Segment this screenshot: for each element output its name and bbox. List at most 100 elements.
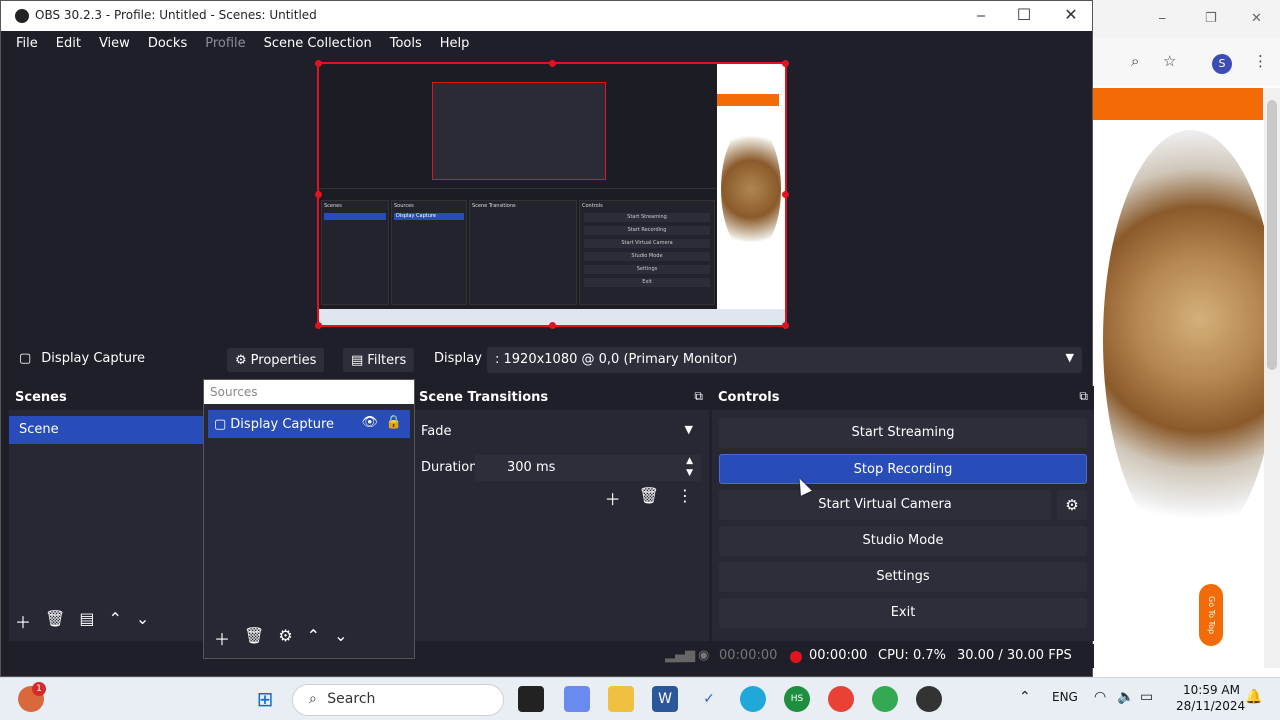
minimize-icon[interactable]: ⎯ xyxy=(966,5,996,25)
menu-help[interactable]: Help xyxy=(431,36,479,51)
edge-icon[interactable] xyxy=(740,686,766,712)
browser-minimize-icon[interactable]: ⎯ xyxy=(1159,11,1166,26)
browser-restore-icon[interactable]: ❐ xyxy=(1205,11,1217,26)
remove-transition-icon[interactable]: 🗑 xyxy=(639,486,659,510)
source-properties-gear-icon[interactable]: ⚙ xyxy=(278,626,292,650)
more-options-icon[interactable]: ⋮ xyxy=(677,486,693,510)
bookmark-star-icon[interactable]: ☆ xyxy=(1163,52,1176,70)
scenes-dock: Scenes Scene ＋ 🗑 ▤ ⌃ ⌄ xyxy=(9,386,204,641)
scrollbar-thumb[interactable] xyxy=(1267,100,1277,370)
move-down-icon[interactable]: ⌄ xyxy=(334,626,347,650)
obs-taskbar-icon[interactable] xyxy=(916,686,942,712)
maximize-icon[interactable]: ☐ xyxy=(1009,5,1039,24)
browser-toolbar: ⌕ ☆ S ⋮ xyxy=(1093,38,1280,86)
transition-type-select[interactable]: Fade ▼ xyxy=(421,419,701,445)
resize-handle[interactable] xyxy=(315,191,322,198)
virtual-camera-settings-gear-icon[interactable]: ⚙ xyxy=(1057,490,1087,520)
record-time: 00:00:00 xyxy=(809,648,868,663)
scenes-toolbar: ＋ 🗑 ▤ ⌃ ⌄ xyxy=(15,609,149,633)
stream-time: 00:00:00 xyxy=(719,648,778,663)
browser-scrollbar[interactable] xyxy=(1264,88,1280,668)
resize-handle[interactable] xyxy=(549,322,556,329)
resize-handle[interactable] xyxy=(782,322,789,329)
spin-arrows-icon[interactable]: ▲ ▼ xyxy=(686,455,693,479)
menu-scene-collection[interactable]: Scene Collection xyxy=(255,36,381,51)
add-transition-icon[interactable]: ＋ xyxy=(605,486,621,510)
zoom-icon[interactable]: ⌕ xyxy=(1131,52,1139,70)
menu-file[interactable]: File xyxy=(7,36,47,51)
remove-source-icon[interactable]: 🗑 xyxy=(244,626,264,650)
visibility-eye-icon[interactable]: 👁 xyxy=(361,415,378,430)
menu-view[interactable]: View xyxy=(90,36,139,51)
menu-profile[interactable]: Profile xyxy=(196,36,254,51)
controls-title: Controls ⧉ xyxy=(712,386,1094,410)
menu-docks[interactable]: Docks xyxy=(139,36,196,51)
wifi-icon[interactable]: ◠ xyxy=(1094,689,1106,705)
filters-button[interactable]: ▤ Filters xyxy=(343,348,415,372)
display-select[interactable]: : 1920x1080 @ 0,0 (Primary Monitor) ▼ xyxy=(487,347,1082,373)
sources-toolbar: ＋ 🗑 ⚙ ⌃ ⌄ xyxy=(214,626,347,650)
obs-window: OBS 30.2.3 - Profile: Untitled - Scenes:… xyxy=(0,0,1094,677)
taskbar-clock[interactable]: 10:59 AM 28/11/2024 xyxy=(1176,682,1245,714)
resize-handle[interactable] xyxy=(782,191,789,198)
taskbar-search[interactable]: ⌕ Search xyxy=(292,684,504,716)
display-capture-preview[interactable]: Scenes Sources Display Capture Scene Tra… xyxy=(315,60,789,329)
todo-check-icon[interactable]: ✓ xyxy=(696,686,722,712)
background-browser-window: ⎯ ❐ ✕ ⌕ ☆ S ⋮ Go To Top xyxy=(1093,0,1280,677)
close-icon[interactable]: ✕ xyxy=(1056,5,1086,24)
menu-tools[interactable]: Tools xyxy=(381,36,431,51)
cpu-usage: CPU: 0.7% xyxy=(878,648,946,663)
display-label: Display xyxy=(434,351,482,366)
browser-close-icon[interactable]: ✕ xyxy=(1251,11,1262,26)
hs-app-icon[interactable]: HS xyxy=(784,686,810,712)
scene-item[interactable]: Scene xyxy=(9,416,204,444)
duration-label: Duration xyxy=(421,460,478,475)
stop-recording-button[interactable]: Stop Recording xyxy=(719,454,1087,484)
go-to-top-button[interactable]: Go To Top xyxy=(1199,584,1223,646)
nested-obs-capture: Scenes Sources Display Capture Scene Tra… xyxy=(319,64,717,309)
add-source-icon[interactable]: ＋ xyxy=(214,626,230,650)
resize-handle[interactable] xyxy=(549,60,556,67)
undock-icon[interactable]: ⧉ xyxy=(1079,389,1088,404)
scene-filters-icon[interactable]: ▤ xyxy=(79,609,94,633)
start-windows-icon[interactable]: ⊞ xyxy=(252,686,278,712)
file-explorer-icon[interactable] xyxy=(608,686,634,712)
move-up-icon[interactable]: ⌃ xyxy=(307,626,320,650)
food-bowl-image xyxy=(1103,130,1278,550)
duration-spinbox[interactable]: 300 ms ▲ ▼ xyxy=(475,455,701,481)
volume-icon[interactable]: 🔈 xyxy=(1117,689,1134,705)
start-streaming-button[interactable]: Start Streaming xyxy=(719,418,1087,448)
settings-button[interactable]: Settings xyxy=(719,562,1087,592)
stream-status-icon: ◉ xyxy=(698,648,710,663)
chevron-down-icon: ▼ xyxy=(684,423,693,436)
resize-handle[interactable] xyxy=(315,60,322,67)
task-view-icon[interactable] xyxy=(518,686,544,712)
preview-canvas[interactable]: Scenes Sources Display Capture Scene Tra… xyxy=(9,56,1086,336)
menu-edit[interactable]: Edit xyxy=(47,36,90,51)
start-virtual-camera-button[interactable]: Start Virtual Camera xyxy=(719,490,1051,520)
resize-handle[interactable] xyxy=(315,322,322,329)
move-up-icon[interactable]: ⌃ xyxy=(108,609,121,633)
notification-bell-icon[interactable]: 🔔 xyxy=(1245,689,1262,705)
battery-icon[interactable]: ▭ xyxy=(1140,689,1153,705)
word-icon[interactable]: W xyxy=(652,686,678,712)
show-hidden-icons-icon[interactable]: ⌃ xyxy=(1019,689,1031,705)
properties-button[interactable]: ⚙ Properties xyxy=(227,348,325,372)
language-indicator[interactable]: ENG xyxy=(1052,690,1078,704)
add-scene-icon[interactable]: ＋ xyxy=(15,609,31,633)
studio-mode-button[interactable]: Studio Mode xyxy=(719,526,1087,556)
copilot-icon[interactable] xyxy=(564,686,590,712)
browser-menu-icon[interactable]: ⋮ xyxy=(1253,52,1268,70)
remove-scene-icon[interactable]: 🗑 xyxy=(45,609,65,633)
move-down-icon[interactable]: ⌄ xyxy=(136,609,149,633)
transitions-title: Scene Transitions ⧉ xyxy=(413,386,709,410)
lock-icon[interactable]: 🔒 xyxy=(386,415,402,430)
chrome-profile-icon[interactable] xyxy=(872,686,898,712)
source-item[interactable]: ▢ Display Capture 👁 🔒 xyxy=(208,410,410,438)
resize-handle[interactable] xyxy=(782,60,789,67)
chrome-icon[interactable] xyxy=(828,686,854,712)
nested-preview xyxy=(432,82,606,180)
profile-avatar[interactable]: S xyxy=(1212,54,1232,74)
exit-button[interactable]: Exit xyxy=(719,598,1087,628)
undock-icon[interactable]: ⧉ xyxy=(694,389,703,404)
